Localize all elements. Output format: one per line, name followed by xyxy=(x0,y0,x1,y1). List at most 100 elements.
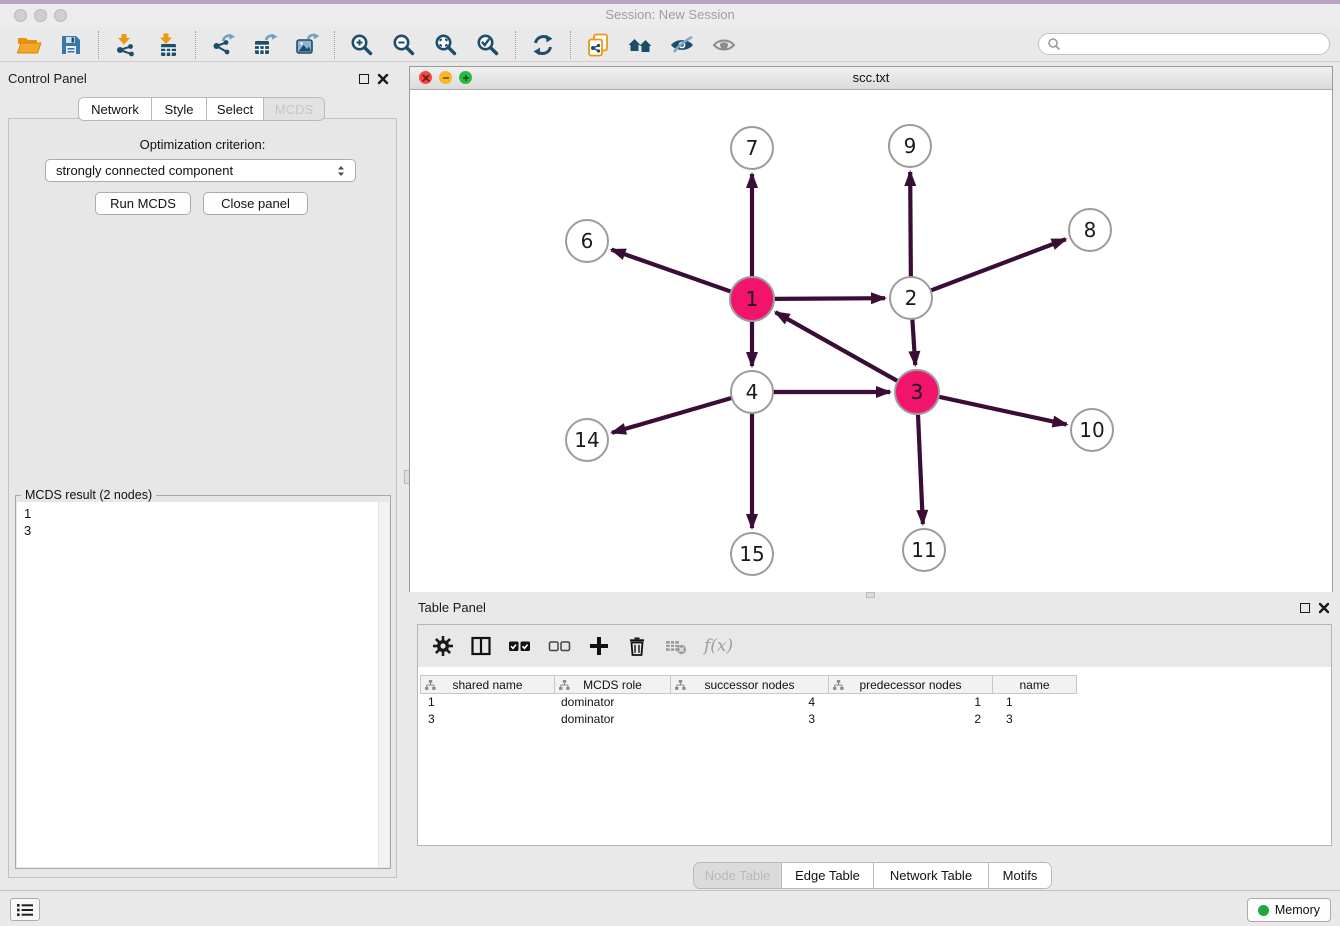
networks-home-icon[interactable] xyxy=(619,30,661,60)
edge-3-11[interactable] xyxy=(918,414,923,524)
edge-2-3[interactable] xyxy=(912,319,915,365)
float-panel-icon[interactable] xyxy=(359,74,369,84)
node-label: 6 xyxy=(581,229,594,253)
table-cell: 1 xyxy=(829,695,993,709)
select-all-icon[interactable] xyxy=(508,635,532,657)
table-body: 1dominator4113dominator323 xyxy=(418,694,1331,727)
window-titlebar: Session: New Session xyxy=(0,4,1340,28)
network-canvas[interactable]: 1234678910111415 xyxy=(410,90,1332,592)
edge-3-10[interactable] xyxy=(938,397,1066,425)
add-column-icon[interactable] xyxy=(588,635,610,657)
tab-mcds[interactable]: MCDS xyxy=(264,98,324,120)
hide-details-icon[interactable] xyxy=(661,30,703,60)
toolbar-separator xyxy=(328,31,341,59)
tab-motifs[interactable]: Motifs xyxy=(989,863,1051,888)
node-label: 11 xyxy=(911,538,936,562)
save-session-icon[interactable] xyxy=(50,30,92,60)
table-row[interactable]: 3dominator323 xyxy=(420,711,1331,728)
table-toolbar: f(x) xyxy=(418,625,1331,667)
memory-status-icon xyxy=(1258,905,1269,916)
import-network-icon[interactable] xyxy=(105,30,147,60)
node-label: 7 xyxy=(746,136,759,160)
deselect-all-icon[interactable] xyxy=(548,635,572,657)
zoom-selected-icon[interactable] xyxy=(467,30,509,60)
tab-style[interactable]: Style xyxy=(152,98,207,120)
mcds-pane: Optimization criterion: strongly connect… xyxy=(8,118,397,878)
control-panel-tabs: Network Style Select MCDS xyxy=(78,97,325,121)
edge-1-6[interactable] xyxy=(612,250,732,292)
tab-network[interactable]: Network xyxy=(79,98,152,120)
column-header-predecessor-nodes[interactable]: predecessor nodes xyxy=(829,675,993,694)
mcds-result-box: MCDS result (2 nodes) 1 3 xyxy=(15,495,391,869)
toggle-column-panel-icon[interactable] xyxy=(470,635,492,657)
node-label: 15 xyxy=(739,542,764,566)
main-toolbar xyxy=(0,28,1340,62)
edge-4-14[interactable] xyxy=(612,398,732,433)
refresh-view-icon[interactable] xyxy=(522,30,564,60)
dropdown-chevrons-icon xyxy=(333,163,349,179)
task-list-icon xyxy=(16,903,34,917)
network-graph: 1234678910111415 xyxy=(410,90,1332,592)
table-cell: dominator xyxy=(555,712,671,726)
zoom-fit-icon[interactable] xyxy=(425,30,467,60)
criterion-dropdown[interactable]: strongly connected component xyxy=(45,159,356,182)
close-panel-icon[interactable] xyxy=(1318,602,1330,614)
column-header-mcds-role[interactable]: MCDS role xyxy=(555,675,671,694)
node-label: 14 xyxy=(574,428,599,452)
search-input[interactable] xyxy=(1065,36,1329,52)
table-panel: Table Panel xyxy=(409,598,1340,890)
function-builder-icon[interactable]: f(x) xyxy=(704,636,733,656)
node-label: 9 xyxy=(904,134,917,158)
table-row[interactable]: 1dominator411 xyxy=(420,694,1331,711)
open-session-icon[interactable] xyxy=(8,30,50,60)
table-cell: dominator xyxy=(555,695,671,709)
table-settings-icon[interactable] xyxy=(432,635,454,657)
column-header-name[interactable]: name xyxy=(993,675,1077,694)
tab-network-table[interactable]: Network Table xyxy=(874,863,989,888)
result-scrollbar[interactable] xyxy=(378,502,389,867)
zoom-in-icon[interactable] xyxy=(341,30,383,60)
close-panel-icon[interactable] xyxy=(377,73,389,85)
criterion-value: strongly connected component xyxy=(56,163,233,178)
control-panel: Control Panel Network Style Select MCDS … xyxy=(0,66,405,890)
edge-3-1[interactable] xyxy=(776,312,898,381)
table-cell: 3 xyxy=(993,712,1077,726)
float-panel-icon[interactable] xyxy=(1300,603,1310,613)
delete-column-icon[interactable] xyxy=(626,635,648,657)
node-label: 8 xyxy=(1084,218,1097,242)
task-history-button[interactable] xyxy=(10,898,40,921)
node-label: 1 xyxy=(746,287,759,311)
memory-button[interactable]: Memory xyxy=(1247,898,1331,922)
result-line: 1 xyxy=(24,505,389,522)
search-field[interactable] xyxy=(1038,33,1330,55)
edge-2-8[interactable] xyxy=(931,239,1066,290)
tab-edge-table[interactable]: Edge Table xyxy=(782,863,874,888)
clone-network-icon[interactable] xyxy=(577,30,619,60)
mcds-result-area[interactable]: 1 3 xyxy=(17,502,389,867)
export-network-icon[interactable] xyxy=(202,30,244,60)
export-table-icon[interactable] xyxy=(244,30,286,60)
run-mcds-button[interactable]: Run MCDS xyxy=(95,192,191,215)
mcds-result-title: MCDS result (2 nodes) xyxy=(21,488,156,502)
table-cell: 1 xyxy=(420,695,555,709)
result-line: 3 xyxy=(24,522,389,539)
table-cell: 2 xyxy=(829,712,993,726)
table-cell: 1 xyxy=(993,695,1077,709)
column-header-shared-name[interactable]: shared name xyxy=(420,675,555,694)
attribute-tree-icon xyxy=(675,680,686,691)
zoom-out-icon[interactable] xyxy=(383,30,425,60)
tab-select[interactable]: Select xyxy=(207,98,264,120)
clear-table-icon[interactable] xyxy=(664,635,688,657)
show-details-icon[interactable] xyxy=(703,30,745,60)
import-table-icon[interactable] xyxy=(147,30,189,60)
column-header-successor-nodes[interactable]: successor nodes xyxy=(671,675,829,694)
edge-1-2[interactable] xyxy=(774,298,885,299)
application-window: Session: New Session xyxy=(0,0,1340,926)
tab-node-table[interactable]: Node Table xyxy=(694,863,782,888)
close-panel-button[interactable]: Close panel xyxy=(203,192,308,215)
export-image-icon[interactable] xyxy=(286,30,328,60)
table-cell: 3 xyxy=(420,712,555,726)
status-bar: Memory xyxy=(0,890,1340,926)
control-panel-title: Control Panel xyxy=(8,71,87,86)
edge-2-9[interactable] xyxy=(910,172,911,277)
